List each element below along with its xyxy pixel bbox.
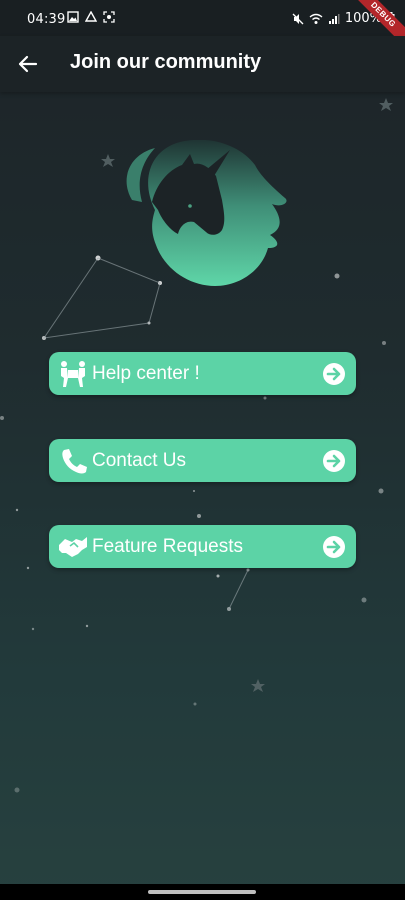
wifi-icon bbox=[309, 13, 323, 24]
back-arrow-icon[interactable] bbox=[14, 50, 42, 78]
mute-icon bbox=[292, 13, 304, 24]
status-time: 04:39 bbox=[27, 12, 66, 27]
system-nav-bar bbox=[0, 884, 405, 900]
handshake-icon bbox=[59, 537, 87, 557]
feature-requests-label: Feature Requests bbox=[92, 536, 244, 557]
signal-icon bbox=[328, 13, 340, 24]
page-title: Join our community bbox=[70, 51, 262, 73]
app-bar: Join our community bbox=[0, 36, 405, 92]
people-carry-icon bbox=[61, 361, 85, 387]
unicorn-logo bbox=[126, 140, 287, 286]
screenshot-icon bbox=[103, 11, 115, 23]
contact-us-button[interactable]: Contact Us bbox=[49, 439, 356, 482]
help-center-button[interactable]: Help center ! bbox=[49, 352, 356, 395]
feature-requests-button[interactable]: Feature Requests bbox=[49, 525, 356, 568]
arrow-circle-right-icon bbox=[323, 536, 345, 558]
arrow-circle-right-icon bbox=[323, 363, 345, 385]
phone-icon bbox=[62, 449, 87, 474]
image-icon bbox=[67, 11, 79, 23]
help-center-label: Help center ! bbox=[92, 363, 200, 384]
arrow-circle-right-icon bbox=[323, 450, 345, 472]
drive-icon bbox=[85, 11, 97, 22]
notification-icons bbox=[67, 11, 115, 23]
status-bar: 04:39 100% DEBUG bbox=[0, 0, 405, 50]
home-gesture-handle[interactable] bbox=[148, 890, 256, 894]
contact-us-label: Contact Us bbox=[92, 450, 186, 471]
